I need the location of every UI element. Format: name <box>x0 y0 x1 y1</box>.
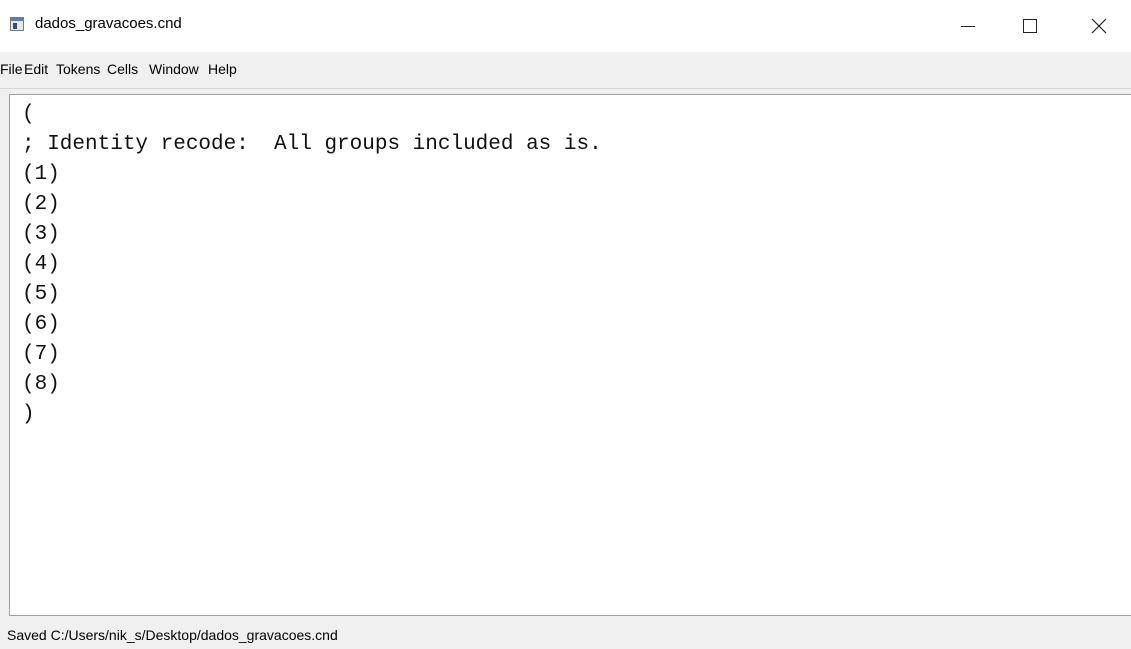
status-message: Saved C:/Users/nik_s/Desktop/dados_grava… <box>7 627 338 643</box>
code-line: (2) <box>22 193 60 216</box>
application-window: dados_gravacoes.cnd File Edit Tokens Cel… <box>0 0 1131 649</box>
close-button[interactable] <box>1076 0 1122 52</box>
menu-help[interactable]: Help <box>208 61 237 77</box>
title-bar[interactable]: dados_gravacoes.cnd <box>0 0 1131 52</box>
maximize-button[interactable] <box>1007 0 1053 52</box>
maximize-icon <box>1023 19 1037 33</box>
app-icon-pane <box>13 23 17 29</box>
window-title: dados_gravacoes.cnd <box>35 15 182 32</box>
code-line: (8) <box>22 373 60 396</box>
code-line: (3) <box>22 223 60 246</box>
menu-bar: File Edit Tokens Cells Window Help <box>0 52 1131 89</box>
code-line: (6) <box>22 313 60 336</box>
menu-window[interactable]: Window <box>149 61 199 77</box>
minimize-button[interactable] <box>945 0 991 52</box>
menu-cells[interactable]: Cells <box>107 61 138 77</box>
code-line: ( <box>22 103 35 126</box>
menu-file[interactable]: File <box>0 61 23 77</box>
text-editor[interactable]: ( ; Identity recode: All groups included… <box>9 94 1131 616</box>
code-line: ) <box>22 403 35 426</box>
code-line: ; Identity recode: All groups included a… <box>22 133 602 156</box>
close-icon <box>1091 18 1107 34</box>
status-bar: Saved C:/Users/nik_s/Desktop/dados_grava… <box>0 620 1131 649</box>
code-line: (1) <box>22 163 60 186</box>
code-line: (5) <box>22 283 60 306</box>
code-line: (4) <box>22 253 60 276</box>
code-line: (7) <box>22 343 60 366</box>
menu-edit[interactable]: Edit <box>24 61 48 77</box>
minimize-icon <box>961 25 975 27</box>
menu-tokens[interactable]: Tokens <box>56 61 100 77</box>
app-window-icon[interactable] <box>10 17 24 31</box>
